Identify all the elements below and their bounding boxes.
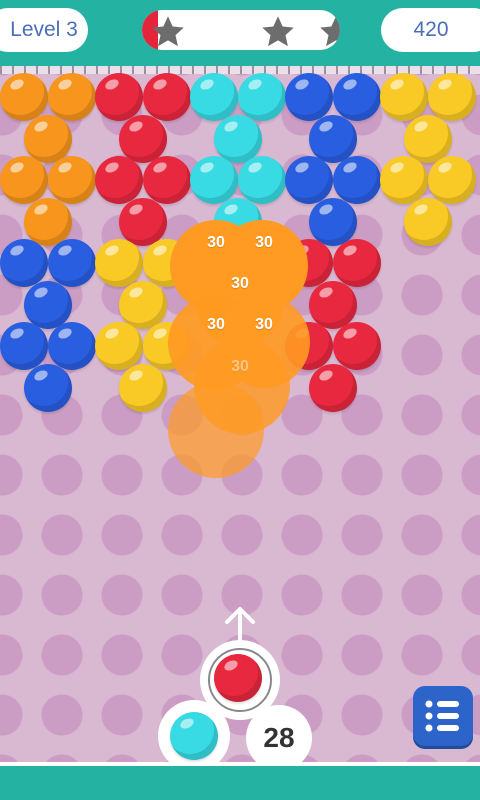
points-label: 30: [255, 234, 273, 251]
pop-burst: [168, 382, 264, 478]
points-label: 30: [255, 316, 273, 333]
shots-count: 28: [263, 722, 295, 753]
points-label: 30: [231, 358, 249, 375]
bottom-bar: [0, 762, 480, 800]
points-label: 30: [231, 275, 249, 292]
current-bubble[interactable]: [214, 654, 262, 702]
game-board[interactable]: Level 3 420 30 30 30 30 30 30 28: [0, 0, 480, 800]
menu-button[interactable]: [413, 686, 473, 746]
points-label: 30: [207, 234, 225, 251]
points-label: 30: [207, 316, 225, 333]
list-icon: [425, 700, 459, 732]
next-bubble[interactable]: [170, 712, 218, 760]
